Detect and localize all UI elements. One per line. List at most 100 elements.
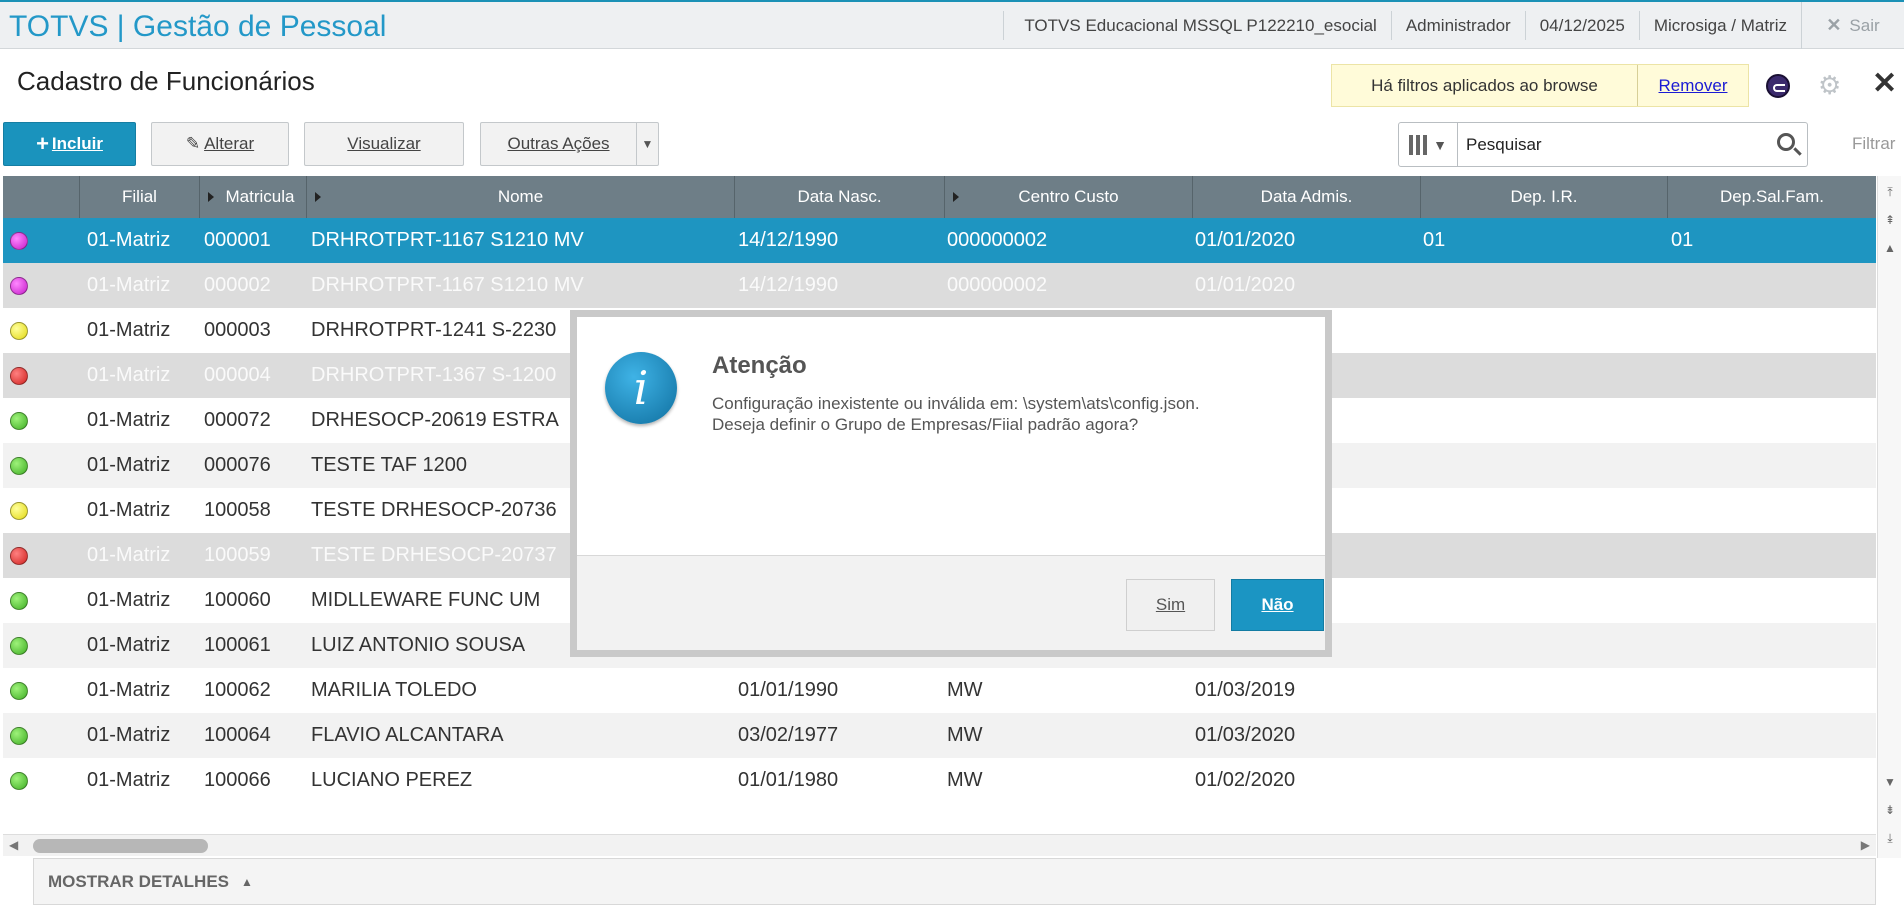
cell-nome: MARILIA TOLEDO — [311, 679, 477, 701]
status-column-header[interactable] — [3, 176, 80, 218]
cell-filial: 01-Matriz — [87, 589, 171, 611]
vertical-scrollbar[interactable]: ⤒ ⇞ ▲ ▼ ⇟ ⤓ — [1877, 176, 1901, 858]
top-bar: TOTVS | Gestão de Pessoal TOTVS Educacio… — [0, 0, 1904, 49]
scroll-left-icon[interactable]: ◀ — [9, 838, 18, 852]
cell-filial: 01-Matriz — [87, 634, 171, 656]
status-green-icon — [10, 412, 28, 430]
caret-up-icon: ▲ — [241, 874, 253, 889]
cell-cc: MW — [947, 724, 983, 746]
page-down-icon[interactable]: ⇟ — [1880, 798, 1900, 822]
status-green-icon — [10, 772, 28, 790]
cell-nome: MIDLLEWARE FUNC UM — [311, 589, 541, 611]
dialog-message: Configuração inexistente ou inválida em:… — [712, 393, 1292, 435]
filter-notice: Há filtros aplicados ao browse Remover — [1331, 64, 1749, 107]
scroll-bottom-icon[interactable]: ⤓ — [1880, 826, 1900, 850]
sort-arrow-icon — [208, 192, 214, 202]
column-header-filial[interactable]: Filial — [80, 176, 200, 218]
branch-label: Microsiga / Matriz — [1638, 11, 1801, 40]
incluir-button[interactable]: + Incluir — [3, 122, 136, 166]
cell-depir: 01 — [1423, 229, 1446, 251]
status-green-icon — [10, 637, 28, 655]
filter-notice-text: Há filtros aplicados ao browse — [1371, 75, 1598, 95]
status-green-icon — [10, 592, 28, 610]
column-selector-button[interactable]: ▼ — [1398, 122, 1458, 167]
e-social-icon[interactable] — [1766, 74, 1790, 98]
show-details-toggle[interactable]: MOSTRAR DETALHES ▲ — [33, 858, 1876, 905]
search-icon[interactable] — [1777, 133, 1795, 151]
table-row[interactable]: 01-Matriz 100062 MARILIA TOLEDO 01/01/1990 M… — [3, 668, 1876, 713]
table-row[interactable]: 01-Matriz 000002 DRHROTPRT-1167 S1210 MV 14… — [3, 263, 1876, 308]
exit-button[interactable]: ✕ Sair — [1801, 2, 1904, 49]
scroll-top-icon[interactable]: ⤒ — [1880, 180, 1900, 204]
scroll-right-icon[interactable]: ▶ — [1861, 838, 1870, 852]
cell-filial: 01-Matriz — [87, 409, 171, 431]
cell-filial: 01-Matriz — [87, 499, 171, 521]
page-up-icon[interactable]: ⇞ — [1880, 208, 1900, 232]
column-header-dep-ir[interactable]: Dep. I.R. — [1421, 176, 1668, 218]
cell-cc: MW — [947, 769, 983, 791]
app-title: TOTVS | Gestão de Pessoal — [9, 10, 387, 43]
cell-matricula: 100062 — [204, 679, 271, 701]
cell-matricula: 000002 — [204, 274, 271, 296]
cell-nome: DRHROTPRT-1367 S-1200 — [311, 364, 557, 386]
column-header-data-nasc[interactable]: Data Nasc. — [735, 176, 945, 218]
cell-nasc: 14/12/1990 — [738, 274, 839, 296]
status-magenta-icon — [10, 277, 28, 295]
sort-arrow-icon — [315, 192, 321, 202]
user-label: Administrador — [1390, 11, 1525, 40]
cell-cc: MW — [947, 679, 983, 701]
nao-button[interactable]: Não — [1231, 579, 1324, 631]
search-input[interactable] — [1458, 123, 1758, 166]
visualizar-button[interactable]: Visualizar — [304, 122, 464, 166]
cell-nasc: 01/01/1990 — [738, 679, 839, 701]
attention-dialog: i Atenção Configuração inexistente ou in… — [570, 310, 1332, 657]
cell-admis: 01/01/2020 — [1195, 274, 1296, 296]
column-header-matricula[interactable]: Matricula — [200, 176, 307, 218]
cell-matricula: 000003 — [204, 319, 271, 341]
filtrar-button[interactable]: Filtrar — [1852, 134, 1895, 154]
cell-cc: 000000002 — [947, 229, 1048, 251]
scroll-up-icon[interactable]: ▲ — [1880, 236, 1900, 260]
sim-button[interactable]: Sim — [1126, 579, 1215, 631]
column-header-dep-sal-fam[interactable]: Dep.Sal.Fam. — [1668, 176, 1876, 218]
cell-nome: DRHESOCP-20619 ESTRA — [311, 409, 559, 431]
cell-matricula: 100064 — [204, 724, 271, 746]
table-row[interactable]: 01-Matriz 100066 LUCIANO PEREZ 01/01/1980 MW… — [3, 758, 1876, 803]
cell-nome: TESTE DRHESOCP-20737 — [311, 544, 557, 566]
cell-filial: 01-Matriz — [87, 679, 171, 701]
table-row[interactable]: 01-Matriz 000001 DRHROTPRT-1167 S1210 MV 14… — [3, 218, 1876, 263]
cell-matricula: 000072 — [204, 409, 271, 431]
horizontal-scrollbar[interactable]: ◀ ▶ — [3, 834, 1876, 856]
plus-icon: + — [36, 131, 49, 156]
status-magenta-icon — [10, 232, 28, 250]
cell-nome: DRHROTPRT-1241 S-2230 — [311, 319, 557, 341]
cell-depsal: 01 — [1671, 229, 1694, 251]
remove-filter-link[interactable]: Remover — [1637, 65, 1748, 106]
cell-matricula: 100060 — [204, 589, 271, 611]
cell-filial: 01-Matriz — [87, 724, 171, 746]
outras-acoes-button[interactable]: Outras Ações ▼ — [480, 122, 659, 166]
cell-matricula: 100058 — [204, 499, 271, 521]
environment-label: TOTVS Educacional MSSQL P122210_esocial — [1003, 11, 1390, 40]
status-green-icon — [10, 457, 28, 475]
alterar-button[interactable]: ✎ Alterar — [151, 122, 289, 166]
dialog-title: Atenção — [712, 352, 807, 379]
cell-matricula: 100061 — [204, 634, 271, 656]
grid-header: Filial Matricula Nome Data Nasc. Centro … — [3, 176, 1876, 218]
close-icon[interactable]: ✕ — [1872, 66, 1897, 101]
column-header-centro-custo[interactable]: Centro Custo — [945, 176, 1193, 218]
horizontal-scroll-thumb[interactable] — [33, 839, 208, 853]
column-header-data-admis[interactable]: Data Admis. — [1193, 176, 1421, 218]
caret-down-icon[interactable]: ▼ — [636, 123, 658, 165]
caret-down-icon: ▼ — [1433, 136, 1447, 153]
column-header-nome[interactable]: Nome — [307, 176, 735, 218]
scroll-down-icon[interactable]: ▼ — [1880, 770, 1900, 794]
cell-filial: 01-Matriz — [87, 319, 171, 341]
cell-admis: 01/01/2020 — [1195, 229, 1296, 251]
table-row[interactable]: 01-Matriz 100064 FLAVIO ALCANTARA 03/02/197… — [3, 713, 1876, 758]
gear-icon[interactable]: ⚙ — [1818, 70, 1841, 101]
status-red-icon — [10, 367, 28, 385]
cell-nome: TESTE TAF 1200 — [311, 454, 467, 476]
exit-label: Sair — [1849, 15, 1880, 35]
columns-icon — [1409, 134, 1428, 155]
